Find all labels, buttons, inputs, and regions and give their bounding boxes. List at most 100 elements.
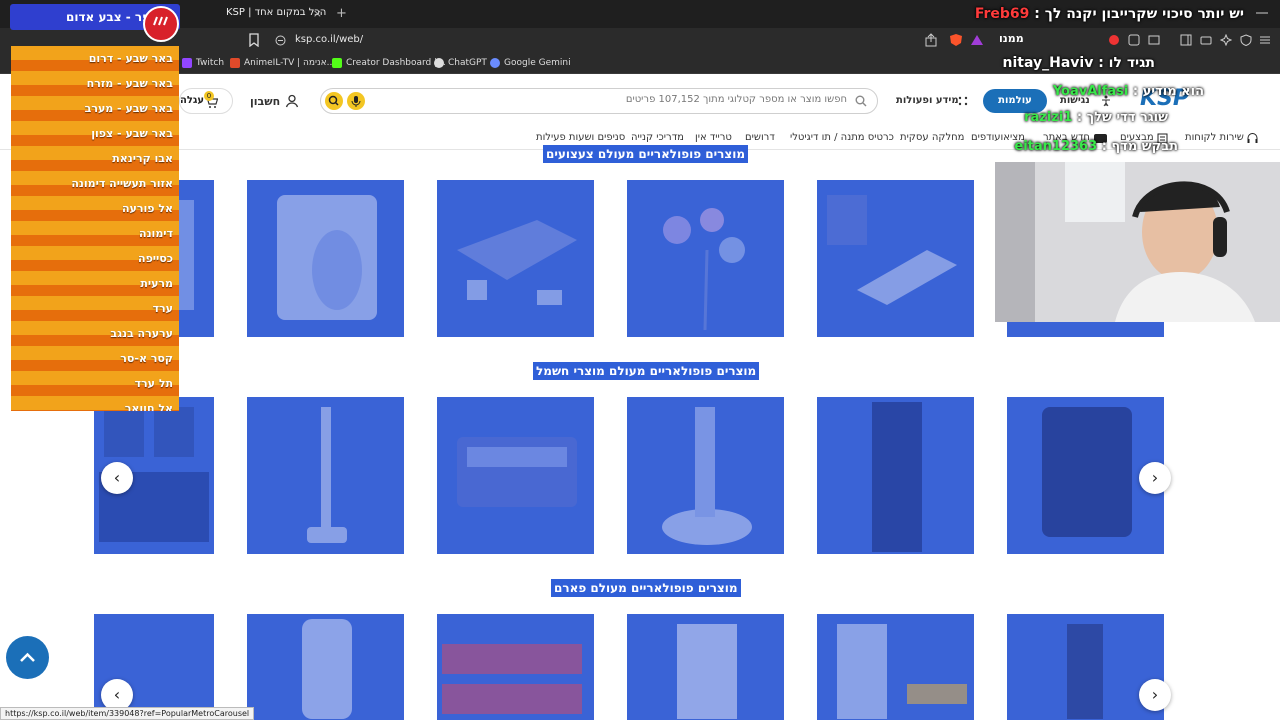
chat-text: הוא מודיע : <box>1132 84 1204 99</box>
chat-text: שוגר דדי שלך : <box>1076 110 1168 125</box>
extensions-icon[interactable] <box>1128 34 1140 46</box>
nav-customer-service[interactable]: שירות לקוחות <box>1185 132 1244 143</box>
headset-icon <box>1247 133 1258 144</box>
product-card[interactable] <box>437 614 594 720</box>
product-card[interactable] <box>627 614 784 720</box>
carousel-next-button[interactable]: › <box>1139 679 1171 711</box>
gemini-icon <box>490 58 500 68</box>
chat-text: יש יותר סיכוי שקרייבון יקנה לך : <box>1034 6 1244 22</box>
bookmark-icon[interactable] <box>248 33 260 47</box>
scroll-to-top-button[interactable] <box>6 636 49 679</box>
product-card[interactable] <box>627 180 784 337</box>
product-card[interactable] <box>1007 614 1164 720</box>
profile-label[interactable]: ממנו <box>999 32 1024 45</box>
nav-buying-guides[interactable]: מדריכי קנייה <box>631 132 684 143</box>
alert-location: מרעית <box>11 271 179 296</box>
bookmark-label: Twitch <box>196 58 225 68</box>
sidebar-toggle-icon[interactable] <box>1180 34 1192 46</box>
alert-location: תל ערד <box>11 371 179 396</box>
extension-record-icon[interactable] <box>1108 34 1120 46</box>
red-alert-overlay: באר שבע - דרום באר שבע - מזרח באר שבע - … <box>11 46 179 411</box>
carousel-prev-button[interactable]: ‹ <box>101 462 133 494</box>
alert-location: אבו קרינאת <box>11 146 179 171</box>
streamer-webcam <box>995 162 1280 322</box>
nav-branches[interactable]: סניפים ושעות פעילות <box>536 132 625 143</box>
bookmark-animeil[interactable]: AnimeIL-TV | אנימה... <box>230 55 335 71</box>
url-text: ksp.co.il/web/ <box>295 34 364 45</box>
red-alert-icon <box>143 6 179 42</box>
chat-user: eitan12363 <box>1014 139 1098 154</box>
info-actions-link[interactable]: מידע ופעולות <box>896 95 959 106</box>
search-input[interactable]: חפשו מוצר או מספר קטלוגי מתוך 107,152 פר… <box>320 88 878 114</box>
bookmark-twitch[interactable]: Twitch <box>182 55 224 71</box>
grid-menu-icon[interactable] <box>958 96 968 106</box>
window-controls-icon[interactable] <box>1256 7 1268 19</box>
alert-location: ערד <box>11 296 179 321</box>
account-link[interactable]: חשבון <box>250 95 280 108</box>
screenshot-icon[interactable] <box>1148 34 1160 46</box>
chat-user: Freb69 <box>974 6 1030 22</box>
product-card[interactable] <box>817 180 974 337</box>
nav-jobs[interactable]: דרושים <box>745 132 775 143</box>
product-card[interactable] <box>247 614 404 720</box>
product-card[interactable] <box>247 397 404 554</box>
bookmark-gemini[interactable]: Google Gemini <box>490 55 571 71</box>
search-button-icon[interactable] <box>325 92 343 110</box>
alert-location: באר שבע - צפון <box>11 121 179 146</box>
section-title-pharm: מוצרים פופולאריים מעולם פארם <box>551 579 741 597</box>
bookmark-label: Creator Dashboard |... <box>346 58 446 68</box>
address-input[interactable]: ksp.co.il/web/ <box>270 32 910 48</box>
wallet-icon[interactable] <box>1200 34 1212 46</box>
vpn-shield-icon[interactable] <box>1240 34 1252 46</box>
user-icon[interactable] <box>285 94 299 108</box>
tab-ksp[interactable]: KSP | הכל במקום אחד × <box>218 3 328 24</box>
alert-location: כסייפה <box>11 246 179 271</box>
brave-rewards-icon[interactable] <box>970 33 984 47</box>
menu-icon[interactable] <box>1259 34 1271 46</box>
product-card[interactable] <box>817 397 974 554</box>
alert-location: אל פורעה <box>11 196 179 221</box>
chat-text: תגיד לו : <box>1098 55 1155 71</box>
section-title-toys: מוצרים פופולאריים מעולם צעצועים <box>543 145 749 163</box>
nav-gift-card[interactable]: כרטיס מתנה / תו דיגיטלי <box>790 132 894 143</box>
product-card[interactable] <box>437 180 594 337</box>
status-bar-url: https://ksp.co.il/web/item/339048?ref=Po… <box>0 707 255 720</box>
chat-message: שוגר דדי שלך : razizi1 <box>1024 110 1168 125</box>
share-icon[interactable] <box>924 33 938 47</box>
microphone-icon[interactable] <box>347 92 365 110</box>
leo-ai-icon[interactable] <box>1220 34 1232 46</box>
cart-count-badge: 0 <box>204 91 214 101</box>
brave-shield-icon[interactable] <box>949 33 963 47</box>
chat-user: nitay_Haviv <box>1002 55 1094 71</box>
cart-button[interactable]: עגלה 0 <box>179 88 233 114</box>
animeil-icon <box>230 58 240 68</box>
alert-location: אזור תעשייה דימונה <box>11 171 179 196</box>
chat-message: הוא מודיע : YoavAlfasi <box>1053 84 1204 99</box>
nav-trade-in[interactable]: טרייד אין <box>695 132 732 143</box>
bookmark-label: AnimeIL-TV | אנימה... <box>244 58 336 68</box>
alert-location: באר שבע - דרום <box>11 46 179 71</box>
bookmark-chatgpt[interactable]: ChatGPT <box>434 55 487 71</box>
product-card[interactable] <box>627 397 784 554</box>
kick-icon <box>332 58 342 68</box>
carousel-next-button[interactable]: › <box>1139 462 1171 494</box>
chat-user: razizi1 <box>1024 110 1073 125</box>
new-tab-button[interactable]: + <box>336 6 347 21</box>
search-icon[interactable] <box>855 95 867 107</box>
twitch-icon <box>182 58 192 68</box>
chat-text: תבקש מדף : <box>1101 139 1178 154</box>
chat-message: תגיד לו : nitay_Haviv <box>1003 55 1156 71</box>
product-card[interactable] <box>817 614 974 720</box>
site-info-icon[interactable] <box>275 35 286 46</box>
section-title-electric: מוצרים פופולאריים מעולם מוצרי חשמל <box>533 362 760 380</box>
bookmark-creator-dashboard[interactable]: Creator Dashboard |... <box>332 55 446 71</box>
product-card[interactable] <box>247 180 404 337</box>
nav-business[interactable]: מחלקה עסקית <box>900 132 964 143</box>
product-card[interactable] <box>437 397 594 554</box>
alert-location: באר שבע - מערב <box>11 96 179 121</box>
bookmark-label: Google Gemini <box>504 58 571 68</box>
bookmark-label: ChatGPT <box>448 58 487 68</box>
close-tab-icon[interactable]: × <box>313 7 322 20</box>
alert-location: ערערה בנגב <box>11 321 179 346</box>
tab-title: KSP | הכל במקום אחד <box>226 7 327 18</box>
